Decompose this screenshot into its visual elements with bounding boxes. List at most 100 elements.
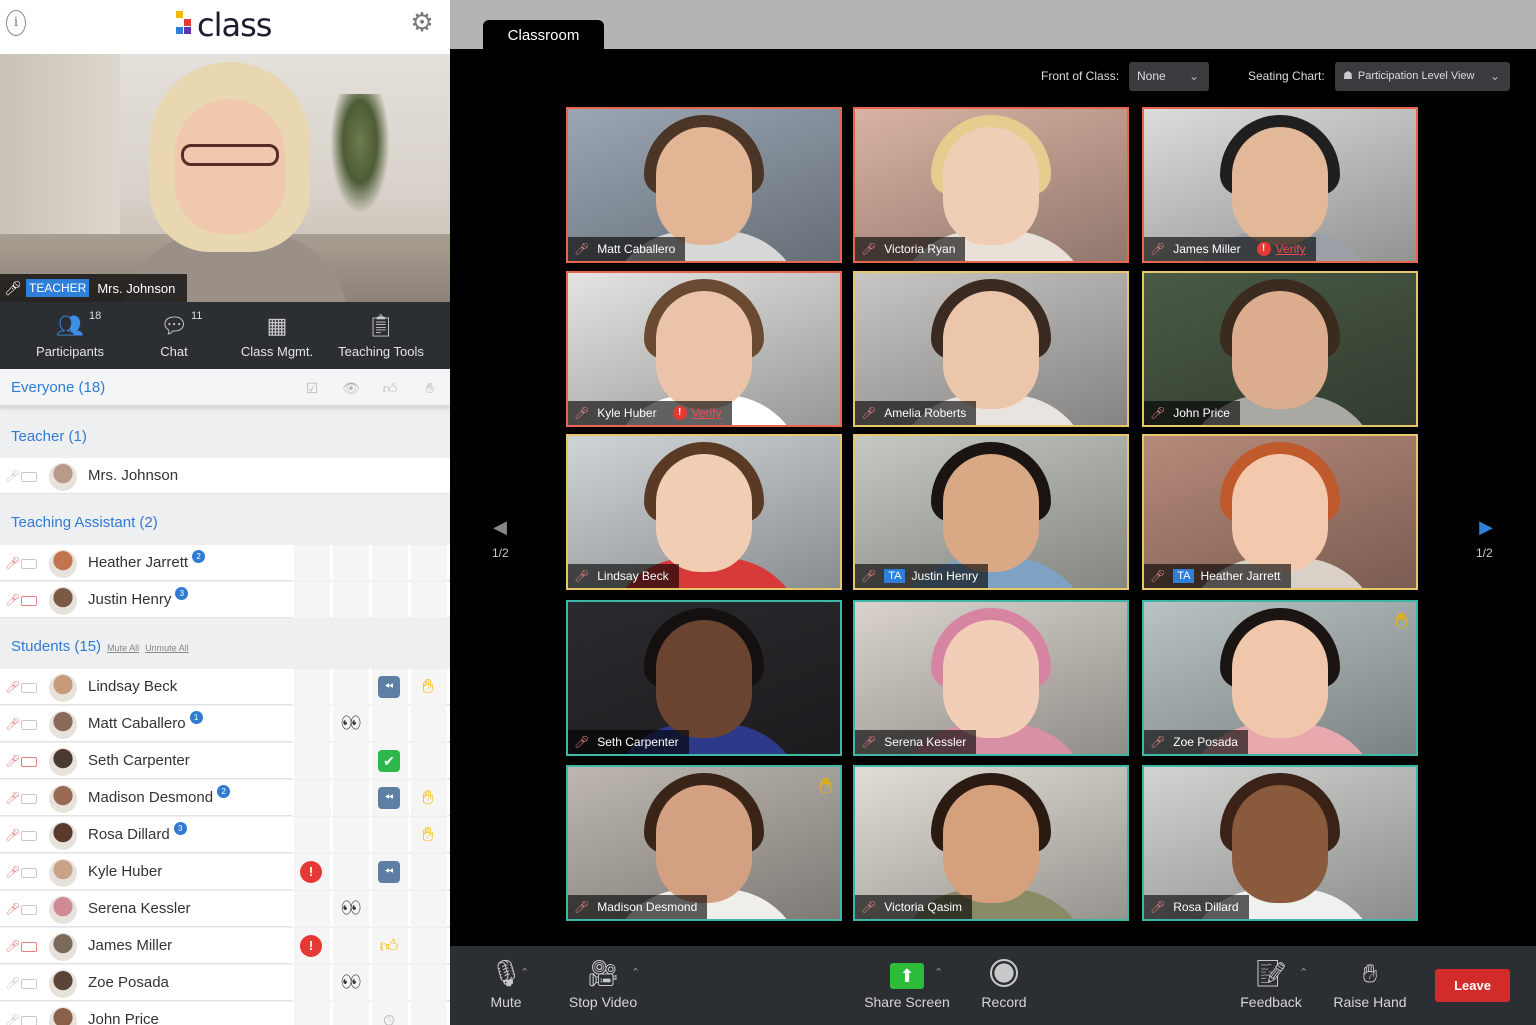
muted-microphone-icon[interactable]: 🎤︎ [5, 901, 20, 917]
video-tile[interactable]: 🎤︎ Lindsay Beck [566, 434, 842, 590]
stop-video-button[interactable]: 🎥︎ ⌃ Stop Video [565, 946, 641, 1025]
video-tile[interactable]: 🎤︎ Victoria Ryan [853, 107, 1129, 263]
thumbs-up-icon[interactable]: 👍︎ [381, 379, 399, 397]
camera-icon[interactable] [21, 559, 37, 569]
microphone-icon[interactable]: 🎤︎ [5, 468, 20, 484]
rewind-status-icon[interactable]: ⏪︎ [378, 787, 400, 809]
hand-status-icon[interactable]: ✋︎ [417, 787, 439, 809]
muted-microphone-icon[interactable]: 🎤︎ [5, 555, 20, 571]
feedback-button[interactable]: 📝︎ ⌃ Feedback [1237, 946, 1308, 1025]
tab-class-mgmt[interactable]: ▦ Class Mgmt. [232, 302, 322, 369]
video-tile[interactable]: 🎤︎ Victoria Qasim [853, 765, 1129, 921]
participant-row[interactable]: 🎤︎ Rosa Dillard 3 ✋︎ [0, 817, 450, 853]
video-tile[interactable]: 🎤︎ Matt Caballero [566, 107, 842, 263]
participant-row[interactable]: 🎤︎ Serena Kessler 👀︎ [0, 891, 450, 927]
record-button[interactable]: Record [977, 946, 1031, 1025]
microphone-icon[interactable]: 🎤︎ [0, 280, 26, 297]
camera-icon[interactable] [21, 472, 37, 482]
muted-microphone-icon[interactable]: 🎤︎ [5, 938, 20, 954]
camera-icon[interactable] [21, 979, 37, 989]
gear-icon[interactable]: ⚙ [410, 8, 434, 36]
video-tile[interactable]: 🎤︎ Rosa Dillard [1142, 765, 1418, 921]
muted-microphone-icon[interactable]: 🎤︎ [5, 753, 20, 769]
participant-row[interactable]: 🎤︎ Heather Jarrett 2 [0, 545, 450, 581]
mute-button[interactable]: 🎙︎ ⌃ Mute [480, 946, 532, 1025]
camera-off-icon[interactable] [21, 757, 37, 767]
tab-chat[interactable]: 💬︎ 11 Chat [140, 302, 208, 369]
participant-row[interactable]: 🎤︎ Matt Caballero 1 👀︎ [0, 706, 450, 742]
participant-row[interactable]: 🎤︎ Zoe Posada 👀︎ [0, 965, 450, 1001]
muted-microphone-icon[interactable]: 🎤︎ [1150, 242, 1165, 256]
rewind-status-icon[interactable]: ⏪︎ [378, 676, 400, 698]
microphone-icon[interactable]: 🎤︎ [5, 1012, 20, 1025]
check-icon[interactable]: ☑ [303, 379, 321, 397]
prev-page-arrow-icon[interactable]: ◀ [490, 517, 510, 539]
tab-classroom[interactable]: Classroom [483, 20, 604, 49]
muted-microphone-icon[interactable]: 🎤︎ [5, 864, 20, 880]
muted-microphone-icon[interactable]: 🎤︎ [574, 900, 589, 914]
muted-microphone-icon[interactable]: 🎤︎ [5, 827, 20, 843]
video-tile[interactable]: 🎤︎ James Miller! Verify [1142, 107, 1418, 263]
participant-row[interactable]: 🎤︎ Seth Carpenter ✔ [0, 743, 450, 779]
video-tile[interactable]: 🎤︎ Madison Desmond ✋︎ [566, 765, 842, 921]
participant-row[interactable]: 🎤︎ Mrs. Johnson [0, 458, 450, 494]
muted-microphone-icon[interactable]: 🎤︎ [5, 592, 20, 608]
camera-icon[interactable] [21, 905, 37, 915]
muted-microphone-icon[interactable]: 🎤︎ [861, 569, 876, 583]
video-tile[interactable]: 🎤︎ Zoe Posada ✋︎ [1142, 600, 1418, 756]
tab-participants[interactable]: 👥︎ 18 Participants [24, 302, 116, 369]
muted-microphone-icon[interactable]: 🎤︎ [574, 242, 589, 256]
video-tile[interactable]: 🎤︎ TA Heather Jarrett [1142, 434, 1418, 590]
video-tile[interactable]: 🎤︎ Amelia Roberts [853, 271, 1129, 427]
next-page-arrow-icon[interactable]: ▶ [1476, 517, 1496, 539]
eyes-status-icon[interactable]: 👀︎ [339, 972, 361, 994]
muted-microphone-icon[interactable]: 🎤︎ [5, 679, 20, 695]
tab-teaching-tools[interactable]: 📋︎ Teaching Tools [336, 302, 426, 369]
participant-row[interactable]: 🎤︎ Madison Desmond 2 ⏪︎ ✋︎ [0, 780, 450, 816]
participant-row[interactable]: 🎤︎ Justin Henry 3 [0, 582, 450, 618]
video-tile[interactable]: 🎤︎ Serena Kessler [853, 600, 1129, 756]
eyes-status-icon[interactable]: 👀︎ [339, 898, 361, 920]
muted-microphone-icon[interactable]: 🎤︎ [861, 735, 876, 749]
eyes-status-icon[interactable]: 👀︎ [339, 713, 361, 735]
alert-status-icon[interactable]: ! [300, 861, 322, 883]
participant-row[interactable]: 🎤︎ Kyle Huber! ⏪︎ [0, 854, 450, 890]
muted-microphone-icon[interactable]: 🎤︎ [861, 900, 876, 914]
camera-off-icon[interactable] [21, 942, 37, 952]
verify-link[interactable]: ! Verify [672, 406, 722, 420]
muted-microphone-icon[interactable]: 🎤︎ [1150, 569, 1165, 583]
leave-button[interactable]: Leave [1435, 969, 1510, 1002]
camera-icon[interactable] [21, 683, 37, 693]
muted-microphone-icon[interactable]: 🎤︎ [861, 242, 876, 256]
front-of-class-select[interactable]: None ⌄ [1129, 62, 1209, 91]
camera-icon[interactable] [21, 794, 37, 804]
participant-row[interactable]: 🎤︎ Lindsay Beck ⏪︎ ✋︎ [0, 669, 450, 705]
info-icon[interactable]: i [6, 10, 26, 36]
camera-off-icon[interactable] [21, 596, 37, 606]
camera-icon[interactable] [21, 1016, 37, 1025]
video-tile[interactable]: 🎤︎ Kyle Huber! Verify [566, 271, 842, 427]
muted-microphone-icon[interactable]: 🎤︎ [861, 406, 876, 420]
seating-chart-select[interactable]: ☗ Participation Level View ⌄ [1335, 62, 1510, 91]
muted-microphone-icon[interactable]: 🎤︎ [574, 735, 589, 749]
clock-status-icon[interactable]: 🕓︎ [378, 1009, 400, 1025]
muted-microphone-icon[interactable]: 🎤︎ [574, 569, 589, 583]
video-tile[interactable]: 🎤︎ Seth Carpenter [566, 600, 842, 756]
caret-up-icon[interactable]: ⌃ [1299, 966, 1308, 979]
hand-icon[interactable]: ✋︎ [421, 379, 439, 397]
muted-microphone-icon[interactable]: 🎤︎ [5, 790, 20, 806]
muted-microphone-icon[interactable]: 🎤︎ [5, 716, 20, 732]
thumb-status-icon[interactable]: 👍︎ [378, 935, 400, 957]
participant-row[interactable]: 🎤︎ John Price 🕓︎ [0, 1002, 450, 1025]
unmute-all-link[interactable]: Unmute All [145, 643, 189, 653]
caret-up-icon[interactable]: ⌃ [631, 966, 640, 979]
muted-microphone-icon[interactable]: 🎤︎ [1150, 900, 1165, 914]
hand-status-icon[interactable]: ✋︎ [417, 824, 439, 846]
alert-status-icon[interactable]: ! [300, 935, 322, 957]
participant-row[interactable]: 🎤︎ James Miller! 👍︎ [0, 928, 450, 964]
eye-icon[interactable]: 👁︎ [342, 379, 360, 397]
raise-hand-button[interactable]: ✋︎ Raise Hand [1331, 946, 1409, 1025]
check-status-icon[interactable]: ✔ [378, 750, 400, 772]
caret-up-icon[interactable]: ⌃ [934, 966, 943, 979]
microphone-icon[interactable]: 🎤︎ [5, 975, 20, 991]
